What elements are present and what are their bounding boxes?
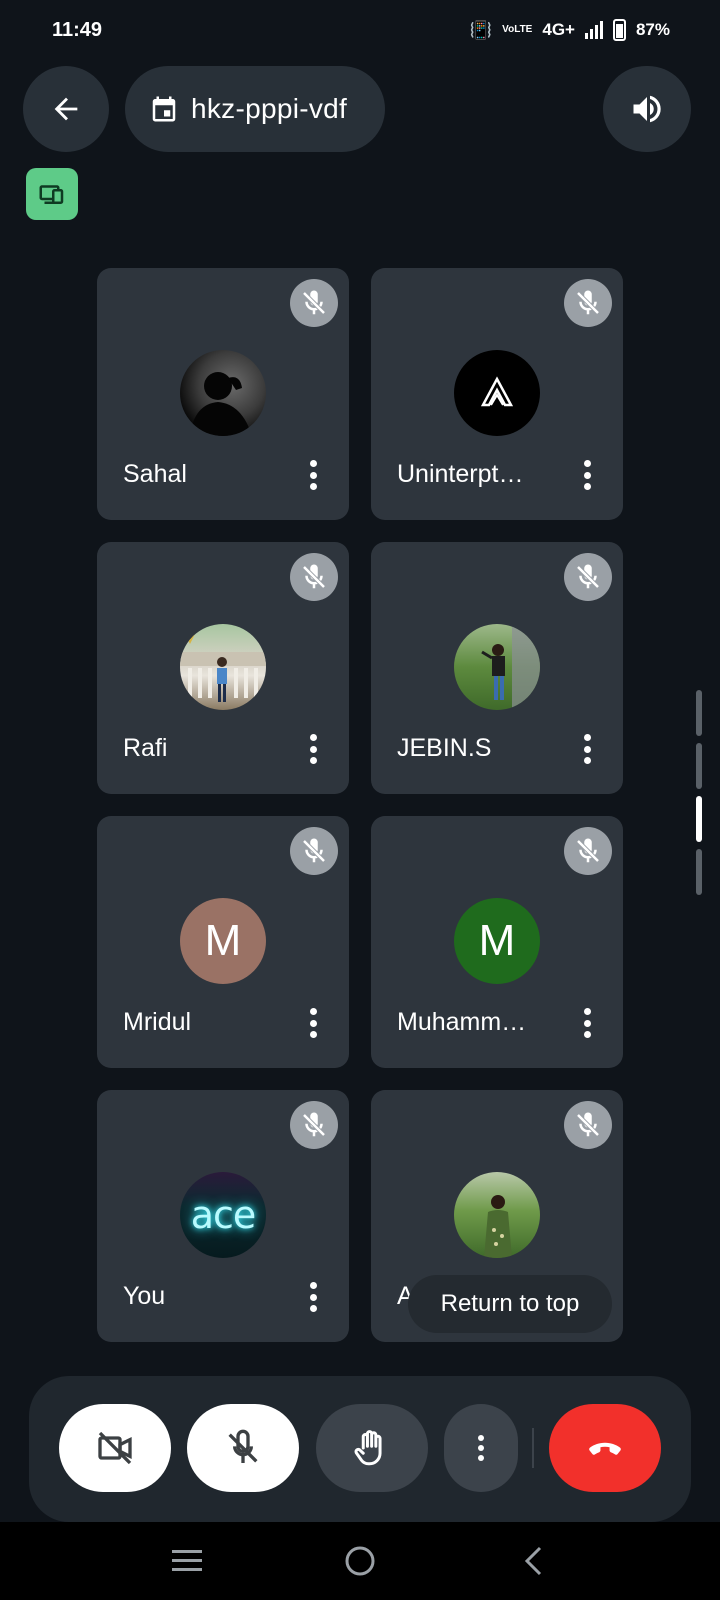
- return-to-top-button[interactable]: Return to top: [408, 1275, 612, 1333]
- avatar-letter: M: [204, 916, 242, 965]
- calendar-icon: [152, 96, 176, 122]
- end-call-icon: [589, 1442, 621, 1455]
- back-button[interactable]: [23, 66, 109, 152]
- participant-name: Rafi: [123, 734, 168, 762]
- avatar: [180, 350, 266, 436]
- mic-off-icon: [290, 279, 338, 327]
- companion-mode-badge[interactable]: [26, 168, 78, 220]
- mic-off-icon: [564, 827, 612, 875]
- mic-off-icon: [564, 553, 612, 601]
- more-options-button[interactable]: [444, 1404, 518, 1492]
- camera-toggle-button[interactable]: [59, 1404, 171, 1492]
- more-vert-icon[interactable]: [303, 731, 323, 767]
- participant-name: You: [123, 1282, 166, 1310]
- mic-toggle-button[interactable]: [187, 1404, 299, 1492]
- recents-icon: [171, 1550, 202, 1571]
- participant-tile[interactable]: M Mridul: [97, 816, 349, 1068]
- avatar: [454, 350, 540, 436]
- participant-name: Uninterpt…: [397, 460, 524, 488]
- participant-tile[interactable]: M Muhamm…: [371, 816, 623, 1068]
- more-vert-icon[interactable]: [577, 457, 597, 493]
- system-nav-bar: [0, 1522, 720, 1600]
- avatar: [180, 624, 266, 710]
- status-time: 11:49: [52, 18, 103, 41]
- devices-icon: [39, 185, 64, 204]
- participant-tile[interactable]: JEBIN.S: [371, 542, 623, 794]
- battery-icon: [612, 19, 626, 41]
- speaker-icon: [633, 95, 661, 123]
- signal-icon: [584, 21, 603, 39]
- battery-level: 87%: [635, 20, 670, 39]
- logo-icon: [480, 376, 514, 407]
- more-vert-icon[interactable]: [303, 1279, 323, 1315]
- avatar-logo-text: ace: [190, 1193, 257, 1237]
- participant-tile[interactable]: Uninterpt…: [371, 268, 623, 520]
- more-vert-icon: [478, 1435, 484, 1461]
- participant-tile[interactable]: Sahal: [97, 268, 349, 520]
- participant-tile[interactable]: ace You: [97, 1090, 349, 1342]
- avatar-letter: M: [478, 916, 516, 965]
- more-vert-icon[interactable]: [303, 1005, 323, 1041]
- participant-tile[interactable]: Rafi: [97, 542, 349, 794]
- scroll-segment: [696, 743, 702, 789]
- vibrate-icon: 📳: [469, 19, 493, 40]
- mic-off-icon: [290, 1101, 338, 1149]
- mic-off-icon: [228, 1429, 258, 1463]
- meeting-info-button[interactable]: hkz-pppi-vdf: [125, 66, 385, 152]
- mic-off-icon: [564, 279, 612, 327]
- camera-off-icon: [98, 1431, 132, 1465]
- mic-off-icon: [290, 827, 338, 875]
- raise-hand-icon: [354, 1430, 382, 1466]
- audio-output-button[interactable]: [603, 66, 691, 152]
- participant-name: JEBIN.S: [397, 734, 492, 762]
- call-controls: [29, 1376, 691, 1522]
- recents-button[interactable]: [157, 1531, 217, 1591]
- avatar: M: [180, 898, 266, 984]
- network-type: 4G+: [542, 20, 575, 39]
- more-vert-icon[interactable]: [577, 1005, 597, 1041]
- home-button[interactable]: [330, 1531, 390, 1591]
- avatar: ace: [180, 1172, 266, 1258]
- participant-name: Muhamm…: [397, 1008, 527, 1036]
- nav-back-button[interactable]: [503, 1531, 563, 1591]
- avatar: M: [454, 898, 540, 984]
- status-bar: 11:49 📳 VoLTE 4G+ 87%: [0, 0, 720, 60]
- divider: [532, 1428, 534, 1468]
- nav-back-icon: [525, 1546, 542, 1576]
- more-vert-icon[interactable]: [303, 457, 323, 493]
- scroll-segment: [696, 690, 702, 736]
- mic-off-icon: [564, 1101, 612, 1149]
- status-icons: 📳 VoLTE 4G+ 87%: [470, 19, 670, 41]
- mic-off-icon: [290, 553, 338, 601]
- more-vert-icon[interactable]: [577, 731, 597, 767]
- scroll-thumb[interactable]: [696, 796, 702, 842]
- home-icon: [345, 1546, 375, 1576]
- volte-indicator: VoLTE: [502, 24, 533, 35]
- scroll-segment: [696, 849, 702, 895]
- participant-name: Sahal: [123, 460, 187, 488]
- meeting-code: hkz-pppi-vdf: [191, 93, 348, 124]
- arrow-left-icon: [54, 97, 78, 121]
- participant-name: Mridul: [123, 1008, 192, 1036]
- raise-hand-button[interactable]: [316, 1404, 428, 1492]
- avatar: [454, 624, 540, 710]
- avatar: [454, 1172, 540, 1258]
- end-call-button[interactable]: [549, 1404, 661, 1492]
